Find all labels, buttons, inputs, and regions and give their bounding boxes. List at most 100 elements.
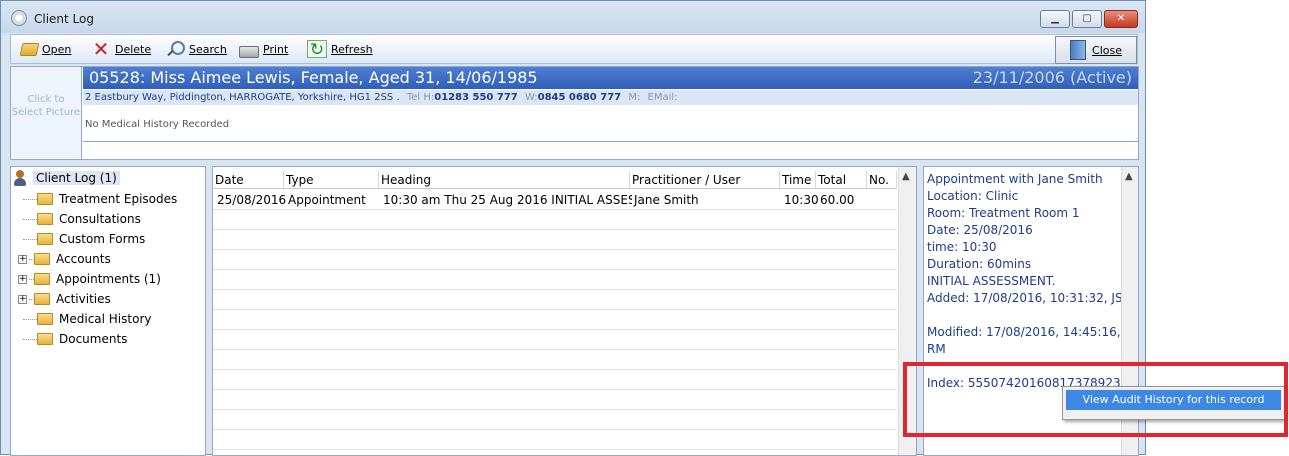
empty-row	[213, 310, 897, 330]
tree-item[interactable]: + Appointments (1)	[15, 269, 161, 289]
medical-history-note: No Medical History Recorded	[85, 119, 230, 130]
tree-connector	[23, 318, 37, 320]
maximize-button[interactable]: ▢	[1072, 10, 1102, 28]
folder-icon	[37, 193, 53, 205]
empty-row	[213, 270, 897, 290]
detail-line: Date: 25/08/2016	[927, 223, 1033, 237]
tel-home: 01283 550 777	[434, 92, 518, 103]
detail-line: RM	[927, 342, 946, 356]
empty-row	[213, 230, 897, 250]
tree-connector	[23, 238, 37, 240]
delete-button[interactable]: ✕ Delete	[91, 37, 152, 61]
tree-item[interactable]: Documents	[15, 329, 127, 349]
open-button[interactable]: Open	[19, 38, 72, 60]
client-picture[interactable]: Click to Select Picture	[11, 67, 82, 159]
table-cell	[869, 190, 899, 210]
client-person-icon	[13, 170, 27, 186]
folder-icon	[34, 273, 50, 285]
expand-icon[interactable]: +	[18, 274, 27, 284]
column-header[interactable]: Total	[816, 171, 867, 189]
tree-item-label: Accounts	[56, 252, 111, 266]
detail-line: INITIAL ASSESSMENT.	[927, 274, 1056, 288]
folder-icon	[34, 293, 50, 305]
detail-line: Appointment with Jane Smith	[927, 172, 1103, 186]
divider	[83, 141, 1138, 142]
empty-row	[213, 250, 897, 270]
folder-icon	[37, 233, 53, 245]
minimize-button[interactable]: ▁	[1040, 10, 1070, 28]
title-bar[interactable]: Client Log ▁ ▢ ✕	[1, 1, 1145, 33]
tree-root[interactable]: Client Log (1)	[13, 169, 120, 187]
tree-item[interactable]: Custom Forms	[15, 229, 145, 249]
column-header[interactable]: Practitioner / User	[630, 171, 780, 189]
close-label: Close	[1092, 43, 1122, 57]
empty-row	[213, 390, 897, 410]
empty-row	[213, 410, 897, 430]
tree-item[interactable]: Consultations	[15, 209, 141, 229]
tree-item-label: Custom Forms	[59, 232, 146, 246]
toolbar: Open ✕ Delete Search Print ↻ Refresh	[10, 34, 1138, 64]
detail-line: time: 10:30	[927, 240, 997, 254]
search-icon	[165, 40, 185, 58]
tel-work-label: W:	[524, 92, 538, 103]
empty-row	[213, 430, 897, 450]
tree-item-label: Documents	[59, 332, 128, 346]
expand-icon[interactable]: +	[18, 254, 27, 264]
tree-item[interactable]: Medical History	[15, 309, 151, 329]
open-label: Open	[42, 42, 72, 56]
tel-home-label: Tel H:	[406, 92, 435, 103]
door-exit-icon	[1070, 40, 1087, 60]
detail-line: Added: 17/08/2016, 10:31:32, JS	[927, 291, 1123, 305]
printer-icon	[239, 46, 259, 58]
empty-row	[213, 330, 897, 350]
column-header[interactable]: Time	[780, 171, 816, 189]
expand-icon[interactable]: +	[18, 294, 27, 304]
table-cell: 25/08/2016	[217, 193, 286, 207]
tree-item-label: Activities	[56, 292, 111, 306]
column-header[interactable]: Type	[284, 171, 379, 189]
close-window-button[interactable]: ✕	[1104, 10, 1138, 28]
column-header[interactable]: Heading	[379, 171, 630, 189]
client-banner: 05528: Miss Aimee Lewis, Female, Aged 31…	[83, 67, 1138, 89]
folder-icon	[34, 253, 50, 265]
folder-icon	[37, 333, 53, 345]
client-address: 2 Eastbury Way, Piddington, HARROGATE, Y…	[85, 92, 400, 103]
table-cell: 10:30	[784, 193, 818, 207]
grid-header: Date Type Heading Practitioner / User Time To…	[213, 171, 897, 189]
scroll-up-icon[interactable]: ▲	[1125, 171, 1133, 182]
table-cell: Appointment	[288, 193, 366, 207]
tree-root-label: Client Log (1)	[33, 171, 120, 185]
table-row[interactable]: 25/08/2016 Appointment 10:30 am Thu 25 Aug…	[213, 190, 897, 210]
empty-row	[213, 290, 897, 310]
tree-item[interactable]: + Accounts	[15, 249, 111, 269]
refresh-icon: ↻	[307, 40, 327, 59]
tree-connector	[23, 218, 37, 220]
tree-connector	[23, 198, 37, 200]
empty-row	[213, 370, 897, 390]
print-button[interactable]: Print	[239, 38, 288, 60]
tel-work: 0845 0680 777	[537, 92, 622, 103]
print-label: Print	[263, 42, 289, 56]
column-header[interactable]: No.	[867, 171, 897, 189]
tree-item[interactable]: Treatment Episodes	[15, 189, 177, 209]
close-button[interactable]: Close	[1055, 36, 1137, 64]
column-header[interactable]: Date	[213, 171, 284, 189]
scroll-up-icon[interactable]: ▲	[902, 171, 910, 182]
client-contact-line: 2 Eastbury Way, Piddington, HARROGATE, Y…	[83, 90, 1138, 105]
client-status: 23/11/2006 (Active)	[972, 68, 1132, 87]
client-log-tree: Client Log (1) Treatment Episodes Consult…	[10, 166, 206, 456]
search-button[interactable]: Search	[165, 38, 227, 60]
app-icon	[11, 10, 27, 26]
delete-icon: ✕	[92, 37, 110, 61]
tree-item[interactable]: + Activities	[15, 289, 111, 309]
empty-row	[213, 350, 897, 370]
empty-row	[213, 210, 897, 230]
folder-icon	[37, 213, 53, 225]
tree-item-label: Treatment Episodes	[59, 192, 178, 206]
refresh-button[interactable]: ↻ Refresh	[307, 38, 373, 60]
tree-item-label: Medical History	[59, 312, 152, 326]
refresh-label: Refresh	[331, 42, 373, 56]
table-cell: Jane Smith	[634, 193, 699, 207]
search-label: Search	[189, 42, 227, 56]
delete-label: Delete	[115, 42, 152, 56]
